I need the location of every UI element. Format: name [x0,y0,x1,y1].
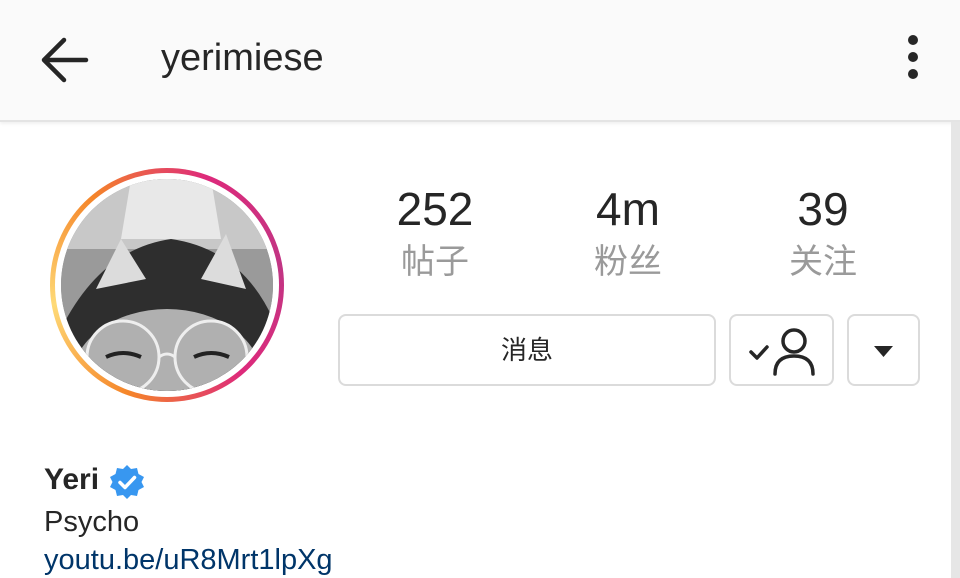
posts-count: 252 [396,183,474,235]
following-label: 关注 [789,243,857,281]
back-button[interactable] [36,32,92,88]
avatar[interactable] [61,179,273,391]
vertical-dots-icon [908,35,918,45]
message-button[interactable]: 消息 [338,314,716,386]
arrow-left-icon [41,37,89,83]
profile-website-link[interactable]: youtu.be/uR8Mrt1lpXg [44,543,333,577]
stat-followers[interactable]: 4m 粉丝 [538,182,718,282]
posts-label: 帖子 [401,243,469,281]
profile-bio: Psycho [44,506,140,538]
followers-count: 4m [596,183,660,235]
following-button[interactable] [729,314,834,386]
top-app-bar: yerimiese [0,0,960,122]
story-ring[interactable] [50,168,284,402]
verified-badge-icon [110,465,145,499]
suggestions-dropdown-button[interactable] [847,314,920,386]
scrollbar[interactable] [951,122,960,578]
stat-posts[interactable]: 252 帖子 [345,182,525,282]
profile-name: Yeri [44,463,100,496]
avatar-photo [61,179,273,391]
following-count: 39 [797,183,849,235]
profile-username-title: yerimiese [161,37,324,79]
stat-following[interactable]: 39 关注 [733,182,913,282]
profile-name-row: Yeri [44,462,145,499]
person-check-icon [749,328,815,376]
followers-label: 粉丝 [594,243,662,281]
more-options-button[interactable] [898,30,928,86]
caret-down-icon [874,346,893,357]
